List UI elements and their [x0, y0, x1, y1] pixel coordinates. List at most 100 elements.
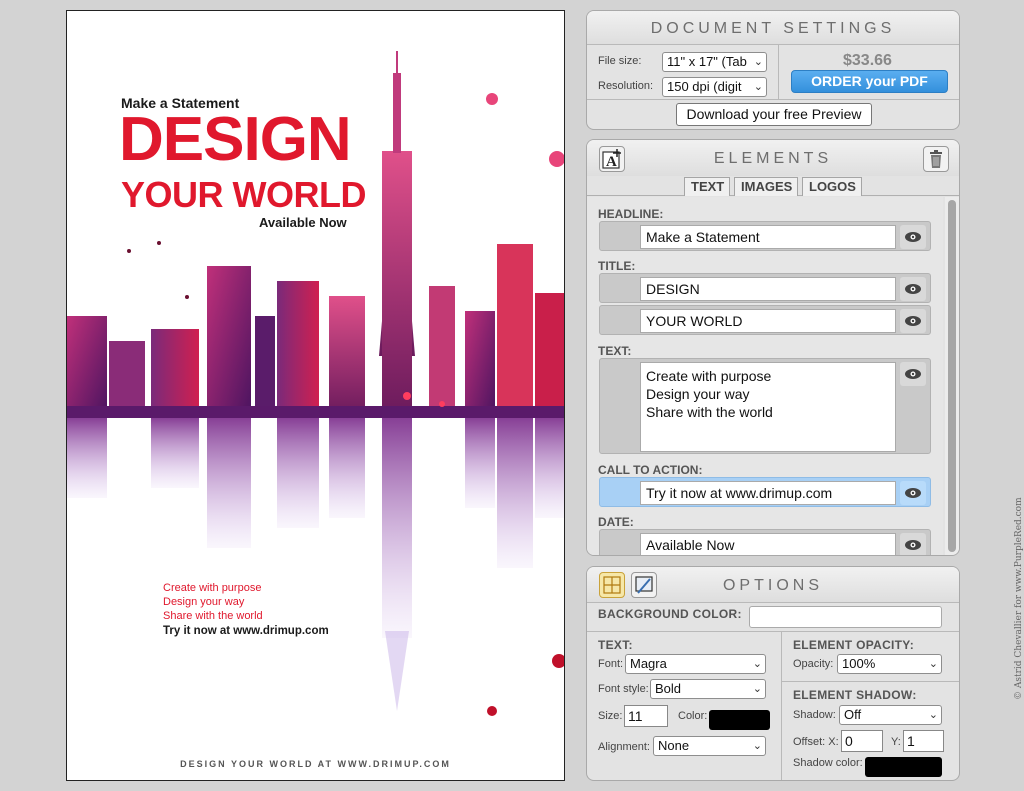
poster-body-text[interactable]: Create with purpose Design your way Shar…: [163, 581, 263, 623]
add-text-icon: A: [602, 149, 621, 170]
tab-logos[interactable]: LOGOS: [802, 177, 862, 196]
visibility-toggle[interactable]: [900, 225, 926, 249]
poster-text-line: Design your way: [163, 596, 245, 608]
delete-element-button[interactable]: [923, 146, 949, 172]
poster-title-line2[interactable]: YOUR WORLD: [121, 177, 366, 213]
shadow-color-swatch[interactable]: [865, 757, 942, 777]
color-label: Color:: [678, 710, 708, 722]
chevron-down-icon: ⌄: [926, 706, 938, 724]
font-style-select[interactable]: Bold ⌄: [650, 679, 766, 699]
shadow-label: Shadow:: [793, 709, 836, 721]
alignment-value: None: [658, 738, 690, 753]
eye-icon: [905, 316, 921, 326]
poster-call-to-action[interactable]: Try it now at www.drimup.com: [163, 625, 329, 637]
date-input[interactable]: Available Now: [640, 533, 896, 555]
image-edit-icon: [635, 576, 653, 594]
panel-title-elements: ELEMENTS: [587, 140, 959, 176]
shadow-color-label: Shadow color:: [793, 757, 863, 769]
grid-icon: [603, 576, 621, 594]
element-list: HEADLINE: Make a Statement TITLE: DESIGN…: [587, 197, 943, 555]
opacity-label: Opacity:: [793, 658, 834, 670]
text-options-label: TEXT:: [598, 638, 633, 652]
eye-icon: [905, 540, 921, 550]
cta-section-label: CALL TO ACTION:: [598, 463, 703, 477]
poster-date[interactable]: Available Now: [259, 215, 347, 230]
text-section-label: TEXT:: [598, 344, 632, 358]
offset-x-label: Offset: X:: [793, 736, 839, 748]
offset-y-label: Y:: [891, 736, 901, 748]
panel-title-document-settings: DOCUMENT SETTINGS: [587, 11, 959, 45]
element-tabs: TEXT IMAGES LOGOS: [587, 176, 959, 196]
title-input-1[interactable]: DESIGN: [640, 277, 896, 301]
text-color-swatch[interactable]: [709, 710, 770, 730]
visibility-toggle[interactable]: [900, 362, 926, 386]
element-shadow-label: ELEMENT SHADOW:: [793, 688, 917, 702]
font-label: Font:: [598, 658, 624, 670]
text-line: Design your way: [646, 386, 750, 402]
font-style-value: Bold: [655, 681, 682, 696]
resolution-value: 150 dpi (digit: [667, 79, 742, 94]
poster-canvas[interactable]: Make a Statement DESIGN YOUR WORLD Avail…: [66, 10, 565, 781]
download-preview-button[interactable]: Download your free Preview: [676, 103, 872, 126]
visibility-toggle[interactable]: [900, 309, 926, 333]
file-size-value: 11" x 17" (Tab: [667, 54, 747, 69]
price-label: $33.66: [843, 52, 892, 69]
options-panel: OPTIONS BACKGROUND COLOR: TEXT: Font: Ma…: [586, 566, 960, 781]
file-size-label: File size:: [598, 55, 642, 67]
file-size-select[interactable]: 11" x 17" (Tab ⌄: [662, 52, 767, 72]
chevron-down-icon: ⌄: [750, 737, 762, 755]
order-pdf-button[interactable]: ORDER your PDF: [791, 70, 948, 93]
text-line: Share with the world: [646, 404, 773, 420]
title-input-2[interactable]: YOUR WORLD: [640, 309, 896, 333]
date-section-label: DATE:: [598, 515, 634, 529]
divider: [587, 631, 959, 632]
scrollbar-thumb[interactable]: [948, 200, 956, 552]
cta-row[interactable]: Try it now at www.drimup.com: [599, 477, 931, 507]
tab-images[interactable]: IMAGES: [734, 177, 798, 196]
edit-image-button[interactable]: [631, 572, 657, 598]
cta-input[interactable]: Try it now at www.drimup.com: [640, 481, 896, 505]
visibility-toggle[interactable]: [900, 277, 926, 301]
size-input[interactable]: 11: [624, 705, 668, 727]
chevron-down-icon: ⌄: [751, 78, 763, 96]
eye-icon: [905, 488, 921, 498]
poster-text-line: Create with purpose: [163, 582, 262, 594]
text-line: Create with purpose: [646, 368, 772, 384]
offset-x-input[interactable]: 0: [841, 730, 883, 752]
chevron-down-icon: ⌄: [750, 680, 762, 698]
headline-input[interactable]: Make a Statement: [640, 225, 896, 249]
resolution-select[interactable]: 150 dpi (digit ⌄: [662, 77, 767, 97]
size-label: Size:: [598, 710, 623, 722]
poster-title-line1[interactable]: DESIGN: [119, 109, 352, 171]
alignment-select[interactable]: None ⌄: [653, 736, 766, 756]
background-color-swatch[interactable]: [749, 606, 942, 628]
headline-row[interactable]: Make a Statement: [599, 221, 931, 251]
shadow-value: Off: [844, 707, 862, 722]
svg-text:A: A: [606, 154, 617, 170]
title-row-2[interactable]: YOUR WORLD: [599, 305, 931, 335]
trash-icon: [930, 150, 942, 168]
add-text-button[interactable]: A: [599, 146, 625, 172]
body-text-area[interactable]: Create with purpose Design your way Shar…: [640, 362, 896, 452]
document-settings-panel: DOCUMENT SETTINGS File size: 11" x 17" (…: [586, 10, 960, 130]
shadow-select[interactable]: Off ⌄: [839, 705, 942, 725]
visibility-toggle[interactable]: [900, 533, 926, 555]
visibility-toggle[interactable]: [900, 481, 926, 505]
font-select[interactable]: Magra ⌄: [625, 654, 766, 674]
layout-options-button[interactable]: [599, 572, 625, 598]
opacity-select[interactable]: 100% ⌄: [837, 654, 942, 674]
poster-footer: DESIGN YOUR WORLD AT WWW.DRIMUP.COM: [180, 759, 451, 769]
divider: [781, 681, 959, 682]
font-style-label: Font style:: [598, 683, 649, 695]
tab-text[interactable]: TEXT: [684, 177, 730, 196]
date-row[interactable]: Available Now: [599, 529, 931, 555]
eye-icon: [905, 369, 921, 379]
copyright-credit: © Astrid Chevallier for www.PurpleRed.co…: [1014, 497, 1024, 700]
title-row-1[interactable]: DESIGN: [599, 273, 931, 303]
eye-icon: [905, 232, 921, 242]
font-value: Magra: [630, 656, 667, 671]
chevron-down-icon: ⌄: [926, 655, 938, 673]
divider: [781, 631, 782, 780]
text-row[interactable]: Create with purpose Design your way Shar…: [599, 358, 931, 454]
offset-y-input[interactable]: 1: [903, 730, 944, 752]
